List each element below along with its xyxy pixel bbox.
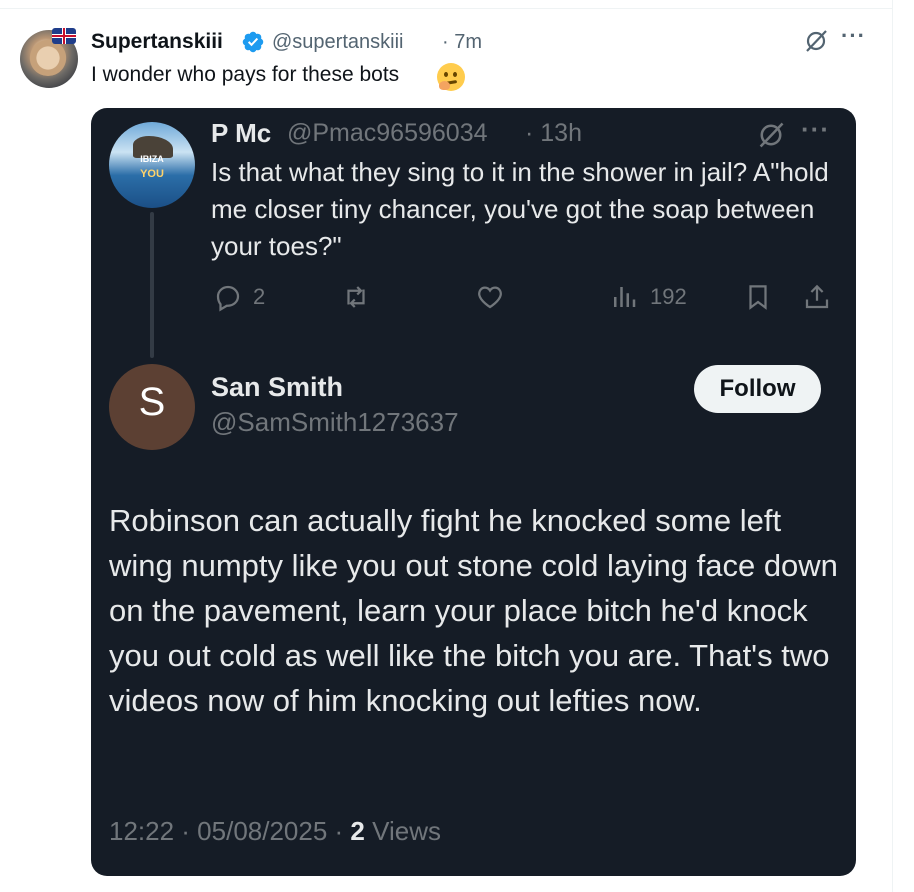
follow-button: Follow [694,365,821,413]
verified-badge-icon [242,31,264,53]
more-icon[interactable]: ··· [841,23,866,49]
quoted-post-text: Is that what they sing to it in the show… [211,157,829,261]
more-icon: ··· [801,114,830,144]
reply-post-text: Robinson can actually fight he knocked s… [109,503,838,718]
views-count: 192 [650,284,687,309]
right-divider [892,0,893,892]
uk-flag-icon [52,28,76,44]
views-number: 2 [350,816,365,846]
reply-count: 2 [253,284,266,309]
avatar-initial: S [138,380,166,424]
reply-author-handle: @SamSmith1273637 [211,407,459,437]
quoted-author-avatar: IBIZA YOU [109,122,195,208]
views-label: Views [372,816,442,846]
post-text: I wonder who pays for these bots [91,63,400,86]
top-divider [0,8,893,9]
reply-author-avatar: S [109,364,195,450]
post-time[interactable]: · 7m [442,31,482,54]
thinking-emoji-icon [437,63,465,91]
embedded-screenshot[interactable]: IBIZA YOU P Mc @Pmac96596034 · 13h ··· I… [91,108,856,876]
avatar-caption-2: YOU [140,168,164,180]
avatar-caption: IBIZA [140,154,164,164]
post-timestamp: 12:22 · 05/08/2025 · [109,816,344,846]
reply-author-name: San Smith [211,372,344,402]
author-handle[interactable]: @supertanskiii [272,31,403,54]
grok-icon[interactable] [803,28,829,54]
quoted-author-name: P Mc [211,118,272,148]
grok-icon [759,122,784,148]
post-meta: 12:22 · 05/08/2025 · 2 Views [109,816,441,847]
quoted-author-handle: @Pmac96596034 [287,119,488,147]
author-name[interactable]: Supertanskiii [91,30,223,54]
thread-line [150,212,154,358]
quoted-post-time: · 13h [525,119,582,147]
